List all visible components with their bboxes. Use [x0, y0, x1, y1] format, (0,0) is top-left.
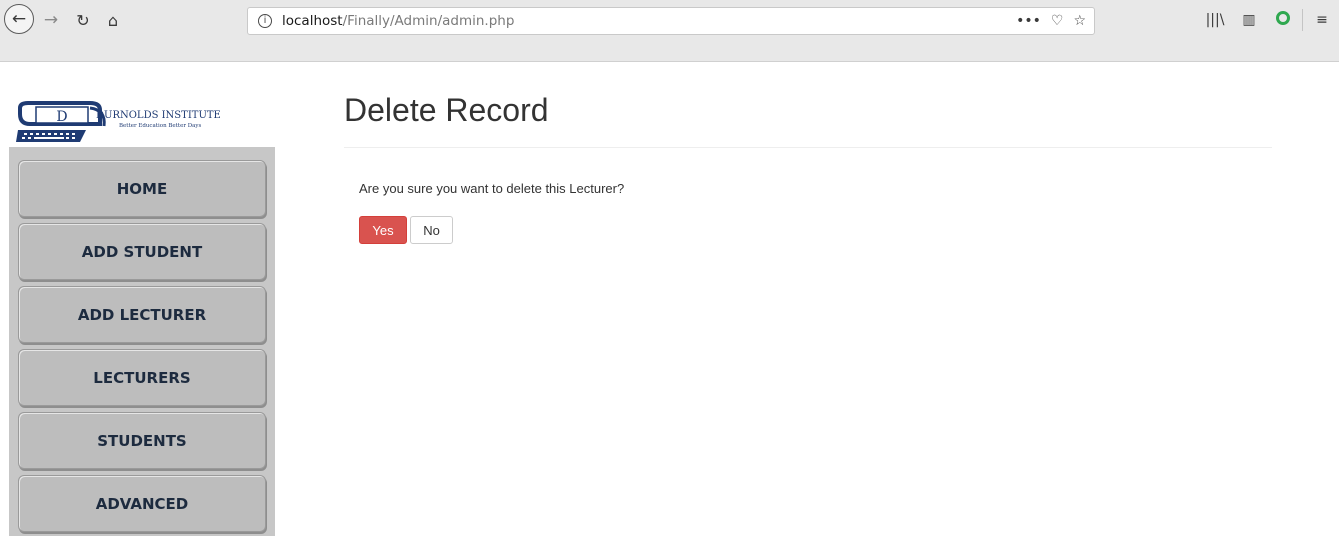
url-host: localhost	[282, 13, 343, 29]
bookmark-star-icon[interactable]: ☆	[1073, 13, 1086, 29]
reload-button[interactable]: ↻	[70, 6, 96, 34]
sidebar-item-label: STUDENTS	[97, 431, 187, 450]
browser-right-tools: |||\ ▥ ≡	[1198, 6, 1339, 34]
back-button[interactable]: ←	[4, 4, 34, 34]
sidebar: HOME ADD STUDENT ADD LECTURER LECTURERS …	[9, 147, 275, 536]
logo-letter: D	[56, 109, 67, 125]
logo-tagline: Better Education Better Days	[119, 123, 202, 129]
forward-button[interactable]: →	[38, 6, 64, 34]
sidebar-toggle-icon[interactable]: ▥	[1232, 12, 1266, 28]
institute-logo[interactable]: D DURNOLDS INSTITUTE Better Education Be…	[16, 100, 260, 144]
sidebar-item-label: ADD LECTURER	[77, 305, 207, 324]
sidebar-item-label: ADVANCED	[95, 494, 189, 513]
home-icon: ⌂	[107, 10, 119, 30]
sidebar-item-add-lecturer[interactable]: ADD LECTURER	[18, 286, 266, 343]
pocket-icon[interactable]: ♡	[1051, 13, 1064, 29]
url-text[interactable]: localhost/Finally/Admin/admin.php	[282, 13, 514, 29]
logo-name: DURNOLDS INSTITUTE	[96, 110, 221, 121]
url-bar[interactable]: i localhost/Finally/Admin/admin.php ••• …	[247, 7, 1095, 35]
sidebar-item-advanced[interactable]: ADVANCED	[18, 475, 266, 532]
extension-ring-icon	[1276, 11, 1290, 25]
url-actions: ••• ♡ ☆	[1016, 8, 1086, 34]
title-divider	[344, 147, 1272, 148]
browser-toolbar: ← → ↻ ⌂ i localhost/Finally/Admin/admin.…	[0, 0, 1339, 62]
home-browser-button[interactable]: ⌂	[100, 6, 126, 34]
extension-icon[interactable]	[1266, 11, 1300, 29]
menu-icon[interactable]: ≡	[1305, 12, 1339, 28]
toolbar-separator	[1302, 9, 1303, 31]
forward-arrow-icon: →	[43, 10, 59, 30]
sidebar-item-label: HOME	[116, 179, 168, 198]
info-icon[interactable]: i	[258, 14, 272, 28]
reload-icon: ↻	[76, 10, 90, 30]
url-path: /Finally/Admin/admin.php	[342, 13, 515, 29]
page-title: Delete Record	[344, 92, 549, 128]
library-icon[interactable]: |||\	[1198, 12, 1232, 28]
logo-graphic-icon: D DURNOLDS INSTITUTE Better Education Be…	[16, 101, 221, 142]
sidebar-item-add-student[interactable]: ADD STUDENT	[18, 223, 266, 280]
sidebar-item-label: LECTURERS	[93, 368, 191, 387]
yes-button[interactable]: Yes	[359, 216, 407, 244]
sidebar-item-students[interactable]: STUDENTS	[18, 412, 266, 469]
page-actions-icon[interactable]: •••	[1016, 13, 1041, 29]
sidebar-item-lecturers[interactable]: LECTURERS	[18, 349, 266, 406]
no-button[interactable]: No	[410, 216, 453, 244]
sidebar-item-label: ADD STUDENT	[81, 242, 203, 261]
confirm-message: Are you sure you want to delete this Lec…	[359, 181, 625, 196]
sidebar-item-home[interactable]: HOME	[18, 160, 266, 217]
back-arrow-icon: ←	[11, 9, 27, 29]
